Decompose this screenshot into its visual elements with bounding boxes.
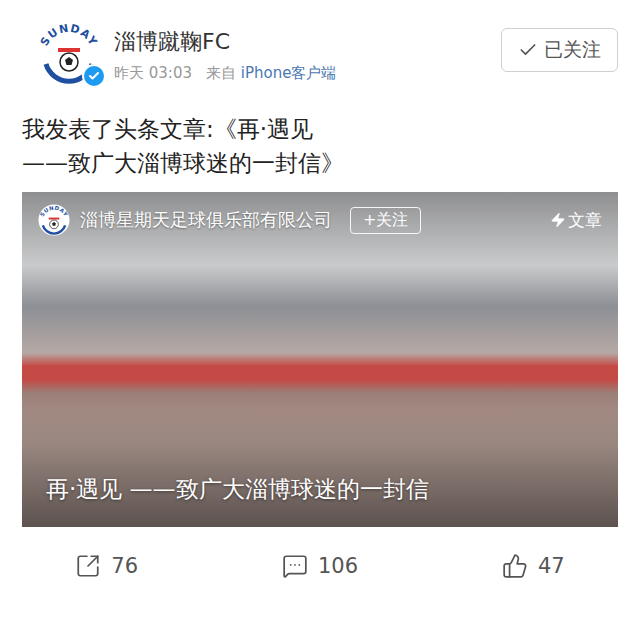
author-info: 淄博蹴鞠FC 昨天 03:03 来自 iPhone客户端: [114, 20, 489, 83]
action-bar: 7610647: [0, 527, 640, 605]
share-icon: [75, 553, 101, 579]
publisher-follow-button[interactable]: +关注: [350, 207, 421, 234]
post-header: SUNDAY 淄博蹴鞠FC 昨天 03:03 来自 iPhone客户端 已关注: [0, 0, 640, 86]
svg-text:SUNDAY: SUNDAY: [38, 22, 100, 49]
comment-icon: [282, 553, 308, 579]
publisher-name[interactable]: 淄博星期天足球俱乐部有限公司: [80, 208, 332, 232]
post-source: 来自 iPhone客户端: [206, 64, 336, 83]
publisher-avatar[interactable]: SUNDAY: [38, 204, 70, 236]
weibo-post: SUNDAY 淄博蹴鞠FC 昨天 03:03 来自 iPhone客户端 已关注我发表了头…: [0, 0, 640, 620]
card-header: SUNDAY 淄博星期天足球俱乐部有限公司 +关注 文章: [22, 192, 618, 248]
source-link[interactable]: iPhone客户端: [241, 64, 337, 82]
avatar[interactable]: SUNDAY: [36, 20, 102, 86]
publisher-logo-icon: SUNDAY: [38, 204, 70, 236]
article-title[interactable]: 再·遇见 ——致广大淄博球迷的一封信: [22, 473, 618, 527]
post-text: 我发表了头条文章:《再·遇见——致广大淄博球迷的一封信》: [22, 112, 618, 180]
author-name[interactable]: 淄博蹴鞠FC: [114, 28, 489, 56]
share-button[interactable]: 76: [0, 545, 213, 587]
verified-check-icon: [88, 70, 100, 82]
follow-button[interactable]: 已关注: [501, 28, 618, 72]
comment-button[interactable]: 106: [213, 545, 426, 587]
like-icon: [502, 553, 528, 579]
article-type-label: 文章: [550, 209, 602, 232]
article-card[interactable]: SUNDAY 淄博星期天足球俱乐部有限公司 +关注 文章再·遇见 ——致广大淄博球迷的…: [22, 192, 618, 527]
post-meta: 昨天 03:03 来自 iPhone客户端: [114, 64, 489, 83]
verified-badge: [82, 64, 106, 88]
post-text-line: 我发表了头条文章:《再·遇见: [22, 112, 618, 146]
post-time: 昨天 03:03: [114, 64, 192, 83]
svg-text:SUNDAY: SUNDAY: [39, 205, 69, 218]
lightning-icon: [550, 212, 566, 228]
post-text-line: ——致广大淄博球迷的一封信》: [22, 146, 618, 180]
check-icon: [518, 40, 538, 60]
like-button[interactable]: 47: [427, 545, 640, 587]
